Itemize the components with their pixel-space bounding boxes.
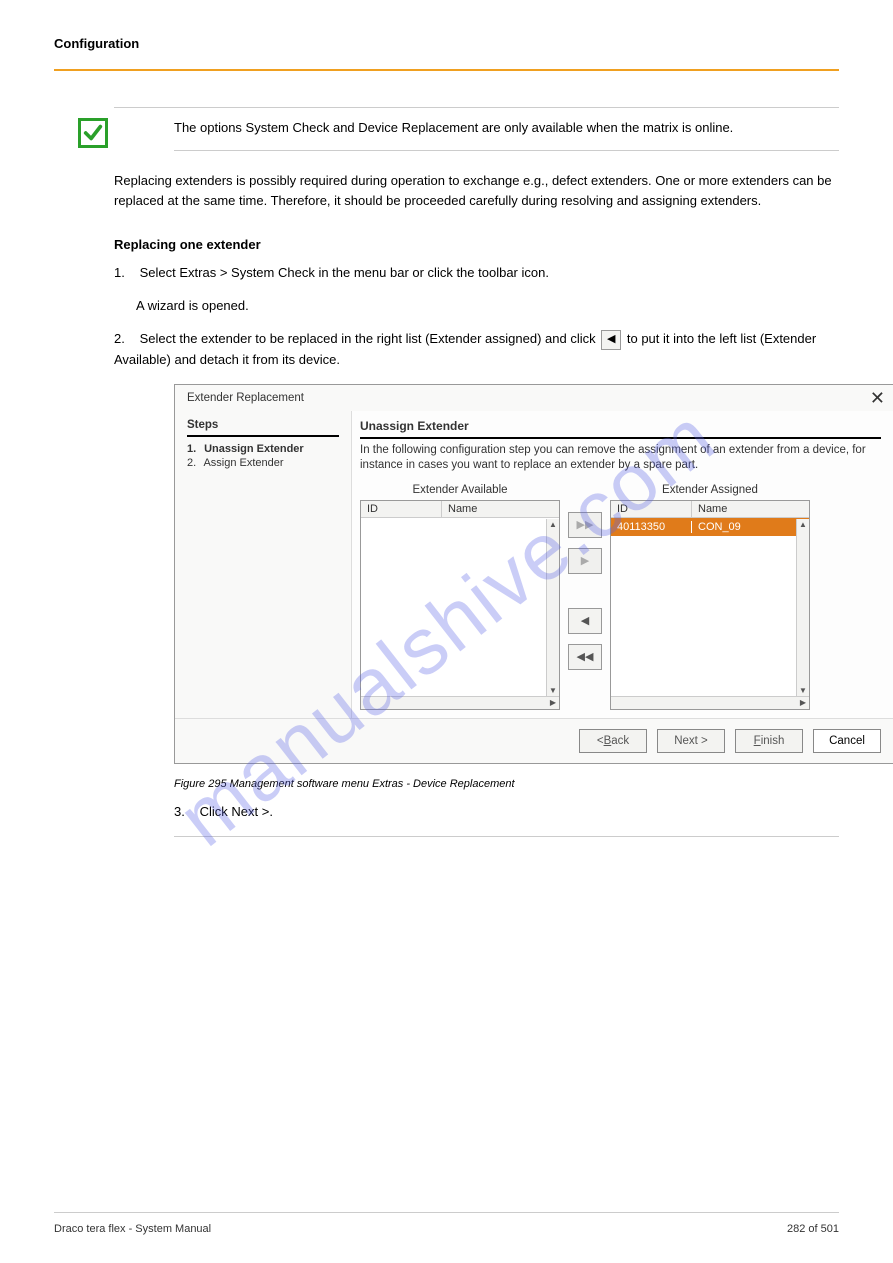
step-1: 1. Select Extras > System Check in the m… bbox=[114, 263, 839, 283]
scrollbar-horizontal[interactable] bbox=[361, 696, 559, 709]
extender-assigned-column: Extender Assigned ID Name 40113350 CON_0… bbox=[610, 484, 810, 710]
step-1-text: Select Extras > System Check in the menu… bbox=[140, 265, 549, 280]
move-all-left-button[interactable]: ◀◀ bbox=[568, 644, 602, 670]
footer-right: 282 of 501 bbox=[787, 1223, 839, 1235]
extender-assigned-title: Extender Assigned bbox=[610, 484, 810, 496]
page-header-title: Configuration bbox=[54, 36, 839, 51]
dialog-steps-panel: Steps 1. Unassign Extender 2. Assign Ext… bbox=[175, 411, 351, 718]
dialog-right-heading: Unassign Extender bbox=[360, 419, 881, 439]
figure-caption: Figure 295 Management software menu Extr… bbox=[174, 778, 839, 790]
extender-available-list[interactable]: ID Name ▲ ▼ ▶ bbox=[360, 500, 560, 710]
dialog-extender-replacement: Extender Replacement ✕ Steps 1. Unassign… bbox=[174, 384, 893, 764]
move-buttons: ▶▶ ▶ ◀ ◀◀ bbox=[568, 512, 602, 670]
footer-rule bbox=[54, 1212, 839, 1213]
dialog-main-panel: Unassign Extender In the following confi… bbox=[351, 411, 893, 718]
steps-item-assign[interactable]: 2. Assign Extender bbox=[187, 457, 339, 469]
scroll-up-icon[interactable]: ▲ bbox=[797, 519, 809, 531]
dialog-footer: < Back Next > Finish Cancel bbox=[175, 718, 893, 763]
step-3: 3. Click Next >. bbox=[174, 802, 839, 822]
steps-item-1-num: 1. bbox=[187, 443, 201, 455]
note-text: The options System Check and Device Repl… bbox=[174, 118, 839, 151]
scroll-right-icon[interactable]: ▶ bbox=[547, 697, 559, 709]
header-rule bbox=[54, 69, 839, 71]
extender-assigned-list[interactable]: ID Name 40113350 CON_09 ▲ ▼ ▶ bbox=[610, 500, 810, 710]
scrollbar-horizontal[interactable] bbox=[611, 696, 809, 709]
back-button[interactable]: < Back bbox=[579, 729, 647, 753]
cancel-button[interactable]: Cancel bbox=[813, 729, 881, 753]
scroll-right-icon[interactable]: ▶ bbox=[797, 697, 809, 709]
move-left-button[interactable]: ◀ bbox=[568, 608, 602, 634]
replace-one-heading: Replacing one extender bbox=[114, 235, 839, 255]
step-1-num: 1. bbox=[114, 263, 136, 283]
dialog-description: In the following configuration step you … bbox=[360, 443, 881, 474]
step-2: 2. Select the extender to be replaced in… bbox=[114, 329, 839, 370]
check-icon bbox=[78, 118, 108, 148]
col-header-id[interactable]: ID bbox=[361, 501, 442, 517]
move-right-button[interactable]: ▶ bbox=[568, 548, 602, 574]
extender-available-title: Extender Available bbox=[360, 484, 560, 496]
col-header-id[interactable]: ID bbox=[611, 501, 692, 517]
steps-item-2-num: 2. bbox=[187, 457, 201, 469]
scrollbar-vertical[interactable] bbox=[796, 519, 809, 709]
finish-button[interactable]: Finish bbox=[735, 729, 803, 753]
steps-item-unassign[interactable]: 1. Unassign Extender bbox=[187, 443, 339, 455]
row-id: 40113350 bbox=[611, 521, 692, 533]
col-header-name[interactable]: Name bbox=[442, 501, 559, 517]
step-3-text: Click Next >. bbox=[200, 804, 273, 819]
col-header-name[interactable]: Name bbox=[692, 501, 809, 517]
intro-paragraph: Replacing extenders is possibly required… bbox=[114, 171, 839, 211]
page-footer: Draco tera flex - System Manual 282 of 5… bbox=[54, 1212, 839, 1235]
table-row[interactable]: 40113350 CON_09 bbox=[611, 518, 809, 536]
next-button[interactable]: Next > bbox=[657, 729, 725, 753]
extender-available-column: Extender Available ID Name ▲ ▼ ▶ bbox=[360, 484, 560, 710]
dialog-title: Extender Replacement bbox=[187, 392, 304, 404]
step-2-text-pre: Select the extender to be replaced in th… bbox=[140, 331, 596, 346]
steps-item-1-label: Unassign Extender bbox=[204, 443, 304, 455]
step-2-num: 2. bbox=[114, 329, 136, 349]
dialog-titlebar: Extender Replacement ✕ bbox=[175, 385, 893, 411]
step-1-sub: A wizard is opened. bbox=[136, 296, 839, 316]
move-left-inline-icon: ◀ bbox=[601, 330, 621, 350]
close-icon[interactable]: ✕ bbox=[870, 389, 885, 407]
scroll-up-icon[interactable]: ▲ bbox=[547, 519, 559, 531]
row-name: CON_09 bbox=[692, 521, 809, 533]
footer-left: Draco tera flex - System Manual bbox=[54, 1223, 211, 1235]
scrollbar-vertical[interactable] bbox=[546, 519, 559, 709]
steps-item-2-label: Assign Extender bbox=[203, 457, 283, 469]
step-3-num: 3. bbox=[174, 802, 196, 822]
move-all-right-button[interactable]: ▶▶ bbox=[568, 512, 602, 538]
steps-heading: Steps bbox=[187, 419, 339, 437]
post-step-rule bbox=[174, 836, 839, 837]
